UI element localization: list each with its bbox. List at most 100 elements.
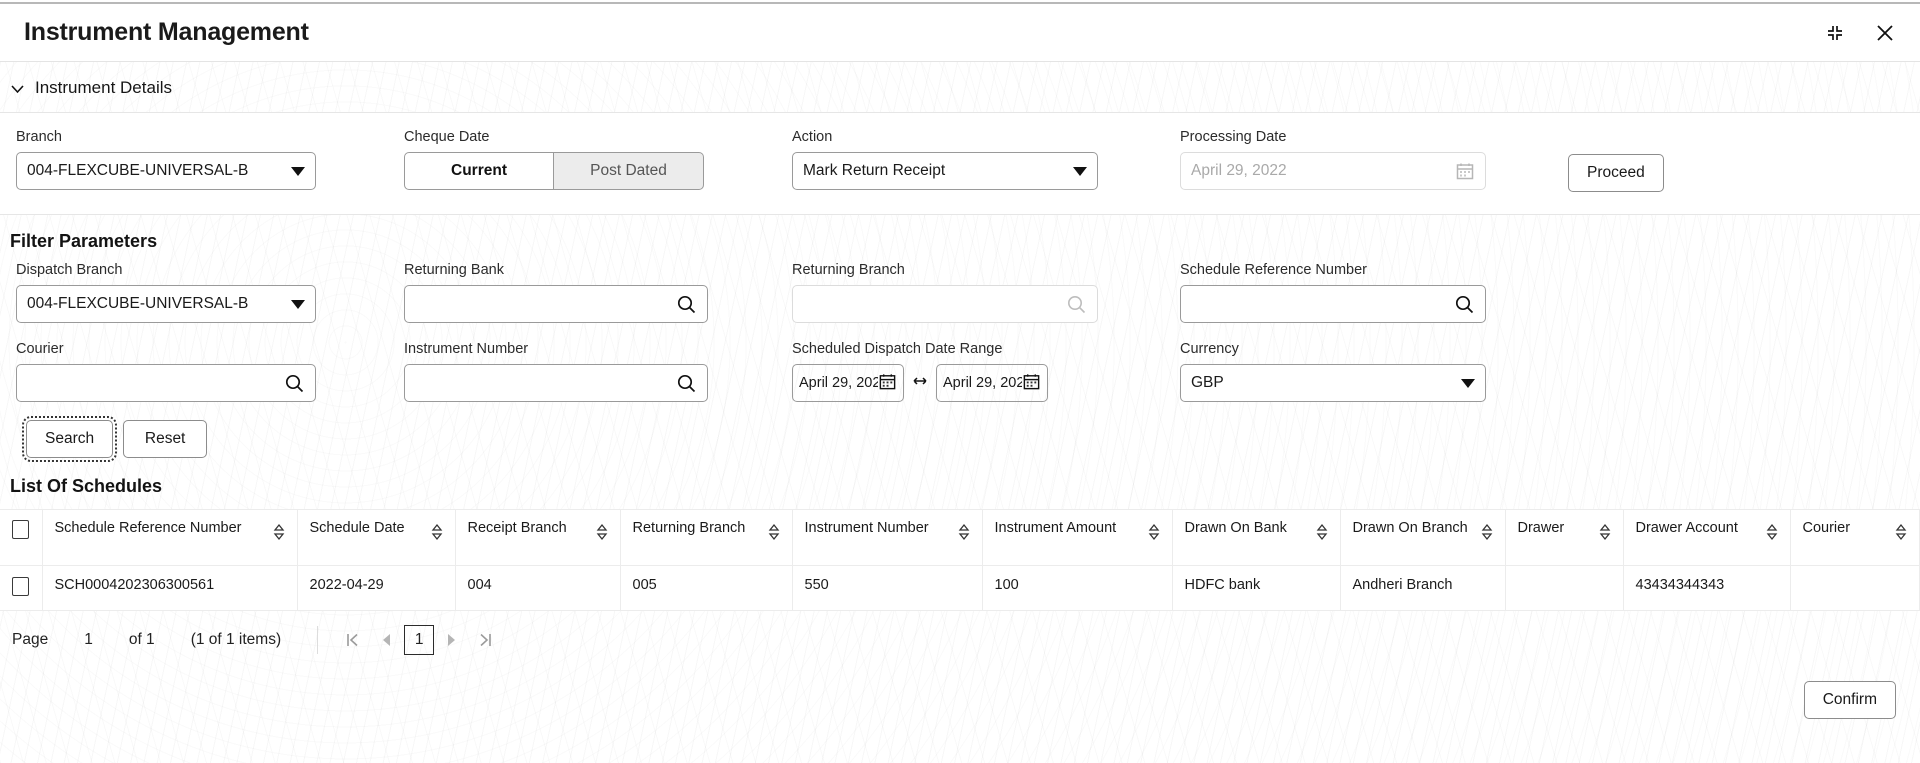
action-field: Action Mark Return Receipt xyxy=(792,129,1180,190)
last-page-icon[interactable] xyxy=(468,625,502,655)
branch-field: Branch 004-FLEXCUBE-UNIVERSAL-B xyxy=(16,129,404,190)
cell-receipt-branch: 004 xyxy=(455,566,620,611)
search-button[interactable]: Search xyxy=(26,420,113,458)
sort-icon[interactable] xyxy=(273,520,285,545)
cell-drawn-on-branch: Andheri Branch xyxy=(1340,566,1505,611)
cheque-date-label: Cheque Date xyxy=(404,129,792,145)
returning-bank-input[interactable] xyxy=(404,285,708,323)
table-body: SCH0004202306300561 2022-04-29 004 005 5… xyxy=(0,566,1920,611)
sort-icon[interactable] xyxy=(1148,520,1160,545)
instrument-number-field: Instrument Number xyxy=(404,341,792,402)
calendar-icon[interactable] xyxy=(1022,372,1041,395)
branch-select[interactable]: 004-FLEXCUBE-UNIVERSAL-B xyxy=(16,152,316,190)
sort-icon[interactable] xyxy=(1316,520,1328,545)
returning-branch-input[interactable] xyxy=(792,285,1098,323)
cell-drawer xyxy=(1505,566,1623,611)
instrument-details-label: Instrument Details xyxy=(35,78,172,98)
close-icon[interactable] xyxy=(1872,20,1898,46)
date-range-from-input[interactable]: April 29, 2022 xyxy=(792,364,904,402)
sort-icon[interactable] xyxy=(958,520,970,545)
cell-instrument-amount: 100 xyxy=(982,566,1172,611)
select-all-checkbox[interactable] xyxy=(12,520,29,539)
chevron-down-icon xyxy=(291,300,305,309)
scheduled-dispatch-date-range: April 29, 2022 xyxy=(792,364,1180,402)
instrument-details-panel: Branch 004-FLEXCUBE-UNIVERSAL-B Cheque D… xyxy=(0,112,1920,215)
column-header-returning-branch[interactable]: Returning Branch xyxy=(620,510,792,566)
sort-icon[interactable] xyxy=(431,520,443,545)
dispatch-branch-select[interactable]: 004-FLEXCUBE-UNIVERSAL-B xyxy=(16,285,316,323)
toggle-option-post-dated[interactable]: Post Dated xyxy=(554,152,704,190)
column-label: Receipt Branch xyxy=(468,520,567,537)
instrument-number-input[interactable] xyxy=(404,364,708,402)
schedule-reference-number-label: Schedule Reference Number xyxy=(1180,262,1568,278)
pagination-page-value: 1 xyxy=(84,631,93,649)
sort-icon[interactable] xyxy=(1895,520,1907,545)
search-icon[interactable] xyxy=(284,373,305,394)
column-label: Courier xyxy=(1803,520,1851,537)
previous-page-icon[interactable] xyxy=(370,625,404,655)
search-icon[interactable] xyxy=(1454,294,1475,315)
column-label: Instrument Amount xyxy=(995,520,1117,537)
select-all-header xyxy=(0,510,42,566)
column-header-drawer-account[interactable]: Drawer Account xyxy=(1623,510,1790,566)
action-select[interactable]: Mark Return Receipt xyxy=(792,152,1098,190)
sort-icon[interactable] xyxy=(1599,520,1611,545)
date-range-to-value: April 29, 2022 xyxy=(943,375,1022,391)
table-row[interactable]: SCH0004202306300561 2022-04-29 004 005 5… xyxy=(0,566,1920,611)
column-header-instrument-number[interactable]: Instrument Number xyxy=(792,510,982,566)
instrument-number-label: Instrument Number xyxy=(404,341,792,357)
column-label: Drawer Account xyxy=(1636,520,1738,537)
action-value: Mark Return Receipt xyxy=(803,162,1073,180)
cell-courier xyxy=(1790,566,1920,611)
currency-field: Currency GBP xyxy=(1180,341,1568,402)
column-header-drawn-on-bank[interactable]: Drawn On Bank xyxy=(1172,510,1340,566)
cell-drawer-account: 43434344343 xyxy=(1623,566,1790,611)
column-header-receipt-branch[interactable]: Receipt Branch xyxy=(455,510,620,566)
confirm-button[interactable]: Confirm xyxy=(1804,681,1896,719)
scheduled-dispatch-date-range-label: Scheduled Dispatch Date Range xyxy=(792,341,1180,357)
search-icon[interactable] xyxy=(676,294,697,315)
courier-input[interactable] xyxy=(16,364,316,402)
calendar-icon[interactable] xyxy=(878,372,897,395)
instrument-details-section-header[interactable]: Instrument Details xyxy=(0,62,1920,112)
column-header-schedule-date[interactable]: Schedule Date xyxy=(297,510,455,566)
processing-date-value: April 29, 2022 xyxy=(1191,162,1455,180)
window-title-bar: Instrument Management xyxy=(0,4,1920,62)
chevron-down-icon xyxy=(291,167,305,176)
cheque-date-toggle[interactable]: Current Post Dated xyxy=(404,152,704,190)
list-of-schedules-title: List Of Schedules xyxy=(0,458,1920,509)
column-header-schedule-reference-number[interactable]: Schedule Reference Number xyxy=(42,510,297,566)
pagination-current-page[interactable]: 1 xyxy=(404,625,434,655)
next-page-icon[interactable] xyxy=(434,625,468,655)
cell-schedule-reference-number: SCH0004202306300561 xyxy=(42,566,297,611)
processing-date-input[interactable]: April 29, 2022 xyxy=(1180,152,1486,190)
schedule-reference-number-input[interactable] xyxy=(1180,285,1486,323)
toggle-option-current[interactable]: Current xyxy=(404,152,554,190)
column-header-drawn-on-branch[interactable]: Drawn On Branch xyxy=(1340,510,1505,566)
pagination-items-label: (1 of 1 items) xyxy=(191,631,281,649)
sort-icon[interactable] xyxy=(768,520,780,545)
date-range-to-input[interactable]: April 29, 2022 xyxy=(936,364,1048,402)
search-icon[interactable] xyxy=(676,373,697,394)
sort-icon[interactable] xyxy=(596,520,608,545)
sort-icon[interactable] xyxy=(1481,520,1493,545)
reset-button[interactable]: Reset xyxy=(123,420,207,458)
returning-bank-field: Returning Bank xyxy=(404,262,792,323)
proceed-button[interactable]: Proceed xyxy=(1568,154,1664,192)
column-header-courier[interactable]: Courier xyxy=(1790,510,1920,566)
collapse-icon[interactable] xyxy=(1822,20,1848,46)
calendar-icon[interactable] xyxy=(1455,161,1475,181)
table-head: Schedule Reference Number Schedule Date … xyxy=(0,510,1920,566)
courier-field: Courier xyxy=(16,341,404,402)
column-header-drawer[interactable]: Drawer xyxy=(1505,510,1623,566)
sort-icon[interactable] xyxy=(1766,520,1778,545)
pagination: Page 1 of 1 (1 of 1 items) 1 xyxy=(0,611,1920,655)
currency-select[interactable]: GBP xyxy=(1180,364,1486,402)
window-controls xyxy=(1822,20,1898,46)
chevron-down-icon xyxy=(10,81,25,96)
row-checkbox[interactable] xyxy=(12,577,29,596)
first-page-icon[interactable] xyxy=(336,625,370,655)
instrument-details-row: Branch 004-FLEXCUBE-UNIVERSAL-B Cheque D… xyxy=(16,129,1904,192)
left-right-arrow-icon xyxy=(910,373,930,393)
column-header-instrument-amount[interactable]: Instrument Amount xyxy=(982,510,1172,566)
